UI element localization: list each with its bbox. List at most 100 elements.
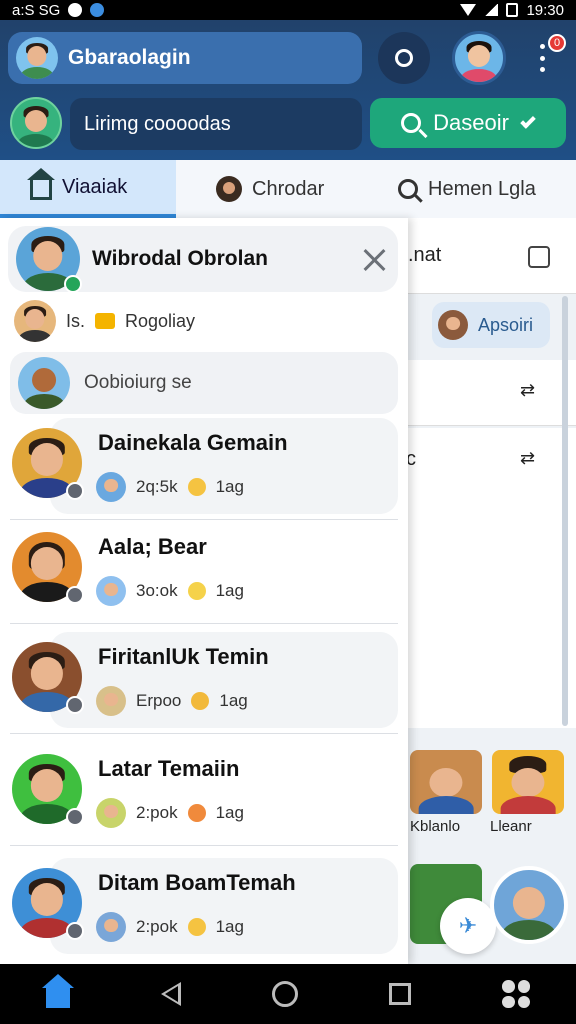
background-row-text: .nat [408,244,442,266]
selected-chat[interactable]: Wibrodal Obrolan [8,226,398,293]
avatar [96,912,126,942]
discover-label: Daseoir [433,110,509,135]
emoji-icon [187,478,206,496]
account-avatar[interactable] [452,31,506,85]
contact-name: Latar Temaiin [98,756,240,781]
thumbnail-caption: Lleanr [490,818,532,835]
contact-meta: 2q:5k [136,477,178,496]
avatar [96,472,126,502]
tab-home[interactable]: Viaaiak [0,160,176,218]
badge-icon [95,313,116,329]
avatar [14,300,56,342]
check-icon [520,113,536,129]
back-icon[interactable] [160,982,181,1006]
background-panel: .nat Apsoiri ⇄ c ⇄ Kblanlo Lleanr ✈ [400,218,576,964]
thumbnail[interactable] [410,750,482,814]
swap-icon[interactable]: ⇄ [520,380,535,401]
avatar [96,576,126,606]
discover-button[interactable]: Daseoir [370,98,566,148]
contact-tag: 1ag [215,917,244,936]
thumbnail[interactable] [492,750,564,814]
status-icon [66,586,84,604]
avatar [438,310,468,340]
cloud-icon [90,3,105,17]
search-icon [401,113,422,133]
tab-search[interactable]: Hemen Lgla [362,160,576,218]
avatar[interactable] [490,866,568,944]
list-item[interactable]: Oobioiurg se [10,352,398,414]
status-time: 19:30 [526,1,564,19]
emoji-icon [187,804,206,822]
tab-chats[interactable]: Chrodar [176,160,362,218]
chat-title: Wibrodal Obrolan [92,247,268,270]
my-avatar[interactable] [10,97,62,149]
search-input[interactable] [70,98,362,150]
background-row: ⇄ [400,360,576,426]
avatar [96,798,126,828]
contact-row[interactable]: FiritanlUk Temin Erpoo 1ag [10,630,398,734]
home-icon[interactable] [41,974,74,1008]
wifi-icon [460,4,477,16]
contact-row[interactable]: Latar Temaiin 2:pok 1ag [10,742,398,846]
contact-row[interactable]: Dainekala Gemain 2q:5k 1ag [10,416,398,520]
avatar [12,428,84,500]
tab-label: Chrodar [252,177,325,200]
thumbnail-caption: Kblanlo [410,818,461,835]
avatar [16,37,58,79]
contact-row[interactable]: Ditam BoamTemah 2:pok 1ag [10,856,398,960]
tab-bar: Viaaiak Chrodar Hemen Lgla [0,160,576,218]
contact-meta: Erpoo [136,691,182,710]
user-icon [395,49,413,67]
tab-label: Viaaiak [62,175,128,198]
signal-icon [484,4,499,16]
profile-switcher[interactable]: Gbaraolagin [8,32,362,84]
contact-meta: 2:pok [136,917,178,936]
apps-icon[interactable] [502,980,531,1008]
avatar [12,532,84,604]
chip-label: Apsoiri [478,314,534,335]
status-icon [66,808,84,826]
close-icon[interactable] [362,248,386,272]
home-circle-icon[interactable] [271,981,298,1007]
camera-icon[interactable] [528,246,550,268]
profile-name: Gbaraolagin [68,46,191,69]
contact-meta: 2:pok [136,803,178,822]
battery-icon [506,3,519,17]
avatar [216,176,242,202]
swap-icon[interactable]: ⇄ [520,448,535,469]
app-header: Gbaraolagin 0 Daseoir [0,20,576,160]
recents-icon[interactable] [389,983,412,1005]
contact-row[interactable]: Aala; Bear 3o:ok 1ag [10,520,398,624]
avatar [18,357,70,409]
system-nav-bar [0,964,576,1024]
send-fab[interactable]: ✈ [440,898,496,954]
contact-name: Aala; Bear [98,534,207,559]
list-item-label: Oobioiurg se [84,372,192,393]
contact-meta: 3o:ok [136,581,178,600]
background-row: .nat [400,218,576,294]
status-icon [66,922,84,940]
tab-label: Hemen Lgla [428,177,536,200]
group-label: Is. [66,310,86,331]
contact-tag: 1ag [215,803,244,822]
status-bar: a:S SG 19:30 [0,0,576,20]
contact-name: FiritanlUk Temin [98,644,269,669]
chat-drawer: Wibrodal Obrolan Is. Rogoliay Oobioiurg … [0,218,408,964]
user-search-button[interactable] [378,32,430,84]
contact-name: Dainekala Gemain [98,430,288,455]
status-icon [66,696,84,714]
scrollbar[interactable] [562,296,568,726]
contact-name: Ditam BoamTemah [98,870,296,895]
home-icon [27,168,55,200]
group-row[interactable]: Is. Rogoliay [14,298,195,344]
emoji-icon [191,692,210,710]
search-icon [398,179,418,199]
emoji-icon [187,918,206,936]
online-status-icon [64,275,82,293]
status-time-left: a:S SG [12,1,61,19]
avatar [12,868,84,940]
settings-icon [68,3,83,17]
notification-badge: 0 [548,34,566,52]
background-chip[interactable]: Apsoiri [432,302,550,348]
status-icon [66,482,84,500]
